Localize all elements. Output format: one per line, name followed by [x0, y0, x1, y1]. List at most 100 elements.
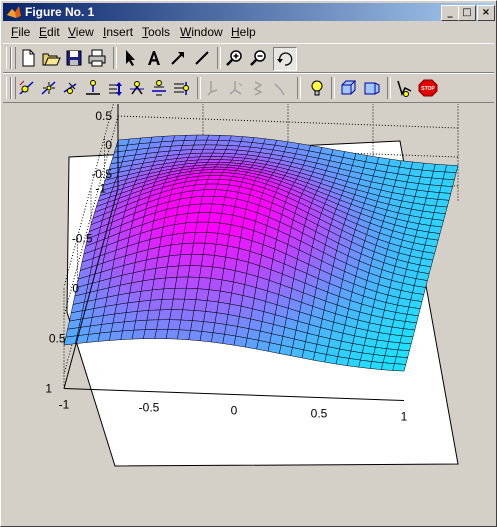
surface-patch	[218, 290, 232, 305]
surface-patch	[394, 356, 408, 365]
stop-camera-icon[interactable]: STOP	[417, 77, 439, 99]
menu-file[interactable]: File	[11, 25, 30, 39]
toolbar-separator	[113, 47, 117, 69]
surface-patch	[150, 288, 165, 301]
close-button[interactable]: ×	[477, 5, 495, 21]
open-folder-icon[interactable]	[40, 47, 62, 69]
surface-patch	[187, 265, 202, 278]
camera-dolly-icon[interactable]	[170, 77, 192, 99]
camera-move-forward-back-icon[interactable]	[104, 77, 126, 99]
surface-patch	[204, 139, 219, 146]
camera-orbit-scene-light-icon[interactable]	[38, 77, 60, 99]
menu-help[interactable]: Help	[231, 25, 256, 39]
camera-zoom-icon[interactable]	[126, 77, 148, 99]
surface-patch	[192, 310, 206, 322]
zoom-out-icon[interactable]	[248, 47, 270, 69]
toolbar-grip[interactable]	[11, 47, 16, 69]
stop-label: STOP	[421, 86, 435, 92]
surface-patch	[146, 309, 161, 321]
surface-patch	[219, 213, 234, 225]
surface-patch	[169, 309, 183, 321]
surface-patch	[203, 183, 218, 190]
surface-mesh[interactable]	[63, 134, 459, 372]
rotate-3d-icon[interactable]	[273, 47, 297, 71]
surface-patch	[211, 332, 225, 344]
new-file-icon[interactable]	[17, 47, 39, 69]
menu-view[interactable]: View	[68, 25, 94, 39]
surface-patch	[214, 243, 228, 258]
surface-patch	[358, 359, 373, 369]
surface-patch	[202, 189, 217, 197]
surface-patch	[437, 192, 452, 201]
perspective-projection-icon[interactable]	[361, 77, 383, 99]
print-icon[interactable]	[86, 47, 108, 69]
surface-patch	[215, 233, 230, 247]
surface-patch	[346, 358, 361, 368]
save-disk-icon[interactable]	[63, 47, 85, 69]
menu-tools[interactable]: Tools	[142, 25, 170, 39]
x-tick-label: -0.5	[139, 401, 160, 415]
toolbar-separator	[387, 77, 391, 99]
insert-text-icon[interactable]	[143, 47, 165, 69]
insert-arrow-icon[interactable]	[167, 47, 189, 69]
toolbar-separator	[297, 77, 301, 99]
y-tick-label: 0.5	[49, 332, 66, 346]
surface-patch	[178, 254, 192, 267]
no-principal-axis-icon[interactable]	[269, 77, 291, 99]
surface-patch	[189, 254, 204, 267]
surface-patch	[435, 199, 450, 208]
surface-patch	[195, 221, 209, 233]
menu-edit[interactable]: Edit	[39, 25, 60, 39]
surface-patch	[211, 169, 226, 173]
surface-patch	[157, 309, 172, 321]
surface-patch	[135, 310, 150, 322]
minimize-button[interactable]: _	[441, 5, 459, 21]
figure-canvas[interactable]: 10.50-0.5 -1-0.500.51 -1-0.500.51	[3, 104, 494, 524]
camera-orbit-icon[interactable]	[16, 77, 38, 99]
surface-patch	[172, 287, 187, 300]
camera-move-horizontal-icon[interactable]	[82, 77, 104, 99]
principal-axis-z-icon[interactable]	[247, 77, 269, 99]
y-tick-label: -1	[95, 182, 106, 196]
surface-patch	[444, 164, 459, 173]
window-title: Figure No. 1	[25, 5, 95, 19]
surface-patch	[180, 309, 195, 321]
maximize-button[interactable]: □	[458, 5, 476, 21]
figure-window: Figure No. 1 _ □ × File Edit View Insert…	[0, 0, 497, 527]
select-arrow-icon[interactable]	[119, 47, 141, 69]
camera-roll-icon[interactable]	[148, 77, 170, 99]
surface-patch	[213, 189, 228, 198]
toolbar-separator	[197, 77, 201, 99]
camera-pan-tilt-icon[interactable]	[60, 77, 82, 99]
surface-patch	[200, 195, 215, 205]
surface-patch	[142, 329, 157, 339]
surface-patch	[431, 170, 446, 180]
z-tick-label: -0.5	[91, 167, 112, 181]
insert-line-icon[interactable]	[191, 47, 213, 69]
title-bar[interactable]: Figure No. 1 _ □ ×	[3, 3, 495, 21]
zoom-in-icon[interactable]	[224, 47, 246, 69]
surface-patch	[433, 163, 448, 173]
surface-patch	[167, 254, 181, 268]
surface-patch	[184, 287, 198, 300]
surface-patch	[120, 329, 135, 340]
menu-window[interactable]: Window	[180, 25, 223, 39]
surface-patch	[174, 276, 189, 289]
orthographic-projection-icon[interactable]	[338, 77, 360, 99]
surface-patch	[203, 311, 217, 324]
surface-patch	[206, 221, 221, 234]
menu-insert[interactable]: Insert	[103, 25, 133, 39]
surface-patch	[186, 276, 200, 289]
scene-light-icon[interactable]	[306, 77, 328, 99]
reset-camera-icon[interactable]	[394, 77, 416, 99]
surface-patch	[144, 319, 159, 330]
surface-patch	[181, 232, 196, 244]
surface-patch	[201, 321, 216, 333]
surface-patch	[399, 335, 414, 345]
surface-patch	[440, 178, 455, 187]
surface-patch	[108, 330, 123, 341]
toolbar-separator	[331, 77, 335, 99]
principal-axis-x-icon[interactable]	[203, 77, 225, 99]
surface-patch	[395, 349, 410, 358]
principal-axis-y-icon[interactable]	[225, 77, 247, 99]
